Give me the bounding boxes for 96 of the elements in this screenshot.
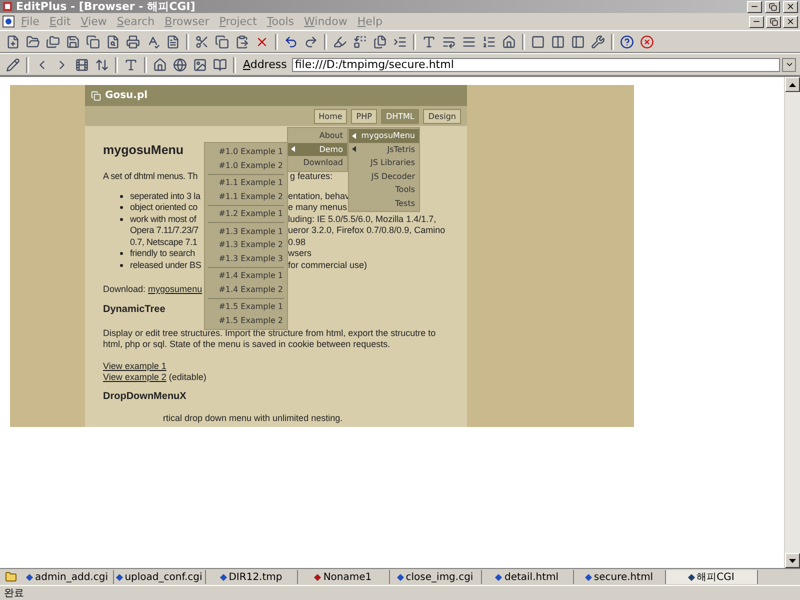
dropdown-button[interactable] <box>782 58 796 72</box>
wrench-icon[interactable] <box>589 32 607 50</box>
list-text: Opera 7.11/7.23/7 <box>130 225 198 236</box>
list-text: seperated into 3 la <box>130 190 200 202</box>
menu-item[interactable]: mygosuMenu <box>349 129 419 142</box>
restore-icon <box>770 18 778 26</box>
list-text: work with most of <box>130 214 196 225</box>
menu-item[interactable]: JS Decoder <box>349 170 419 183</box>
menu-item[interactable]: #1.1 Example 1 <box>205 176 287 190</box>
nav-button[interactable]: PHP <box>351 108 377 124</box>
bullet-icon <box>120 264 123 267</box>
bullet-icon <box>120 194 123 198</box>
list-text: ueror 3.2.0, Firefox 0.7/0.8/0.9, Camino <box>288 225 446 236</box>
paragraph: Display or edit tree structures. Import the structure from html, export the strucutre to html, php or sql. State of the menu is saved in cookie between requests. <box>103 328 437 350</box>
restore-icon <box>768 2 776 10</box>
close-icon <box>786 2 795 11</box>
menu-item[interactable]: About <box>288 129 347 142</box>
list-text: e many menus <box>288 202 348 214</box>
close-button[interactable] <box>783 0 798 12</box>
close-button[interactable] <box>783 16 798 28</box>
document-tab[interactable]: Noname1 <box>298 570 390 584</box>
scroll-up-button[interactable] <box>785 77 800 92</box>
intro-text: A set of dhtml menus. Th <box>103 171 198 182</box>
help-icon[interactable] <box>618 32 636 50</box>
section-heading: DropDownMenuX <box>103 390 186 402</box>
list-text: 0.98 <box>288 236 306 248</box>
minimize-button[interactable] <box>749 16 764 28</box>
nav-button[interactable]: Home <box>314 108 348 124</box>
list-text: luding: IE 5.0/5.5/6.0, Mozilla 1.4/1.7, <box>288 214 436 225</box>
scroll-down-button[interactable] <box>785 553 800 568</box>
example-link[interactable]: View example 2 <box>103 372 166 384</box>
menu-item[interactable]: Demo <box>288 142 347 156</box>
chevron-down-icon <box>784 60 794 69</box>
document-tab[interactable]: detail.html <box>482 570 574 584</box>
menu-item[interactable]: #1.2 Example 1 <box>205 207 287 220</box>
menu-item[interactable]: Download <box>288 156 347 170</box>
document-tab[interactable]: upload_conf.cgi <box>114 570 206 584</box>
list-text: released under BS <box>130 260 202 271</box>
link-note: (editable) <box>168 372 206 384</box>
nav-button[interactable]: DHTML <box>380 108 420 124</box>
copy-icon[interactable] <box>213 32 231 50</box>
menu-item[interactable]: #1.3 Example 3 <box>205 252 287 265</box>
menu-item[interactable]: Tools <box>349 183 419 196</box>
menu-item[interactable]: #1.4 Example 1 <box>205 269 287 282</box>
section-heading: mygosuMenu <box>103 144 184 156</box>
app-icon <box>2 1 13 12</box>
paragraph: rtical drop down menu with unlimited nesting. <box>163 412 343 424</box>
window-title: EditPlus - [Browser - 해피CGI] <box>16 0 196 14</box>
address-label: Address <box>243 58 287 71</box>
menu-item[interactable]: #1.0 Example 2 <box>205 158 287 172</box>
list-text: wsers <box>288 248 312 260</box>
files-icon[interactable] <box>371 32 389 50</box>
intro-text: g features: <box>290 171 333 182</box>
document-tab[interactable]: 해피CGI <box>666 570 758 584</box>
document-tab[interactable]: DIR12.tmp <box>206 570 298 584</box>
menu-item[interactable]: #1.3 Example 2 <box>205 238 287 252</box>
bullet-icon <box>120 218 123 221</box>
bullet-icon <box>120 252 123 256</box>
address-field[interactable]: file:///D:/tmpimg/secure.html <box>292 58 780 72</box>
list-text: 0.7, Netscape 7.1 <box>130 236 198 248</box>
menu-item[interactable]: #1.1 Example 2 <box>205 190 287 203</box>
close-icon <box>786 17 795 26</box>
globe-icon[interactable] <box>171 56 189 74</box>
restore-button[interactable] <box>765 0 780 12</box>
home-icon[interactable] <box>500 32 518 50</box>
menu-item[interactable]: #1.3 Example 1 <box>205 224 287 238</box>
minimize-button[interactable] <box>747 0 762 12</box>
home-icon[interactable] <box>151 56 169 74</box>
nav-button[interactable]: Design <box>423 108 461 124</box>
menu-item[interactable]: JS Libraries <box>349 156 419 170</box>
menu-item[interactable]: #1.5 Example 1 <box>205 300 287 314</box>
site-title: Gosu.pl <box>105 90 148 101</box>
menu-item[interactable]: #1.0 Example 1 <box>205 145 287 158</box>
list-text: for commercial use) <box>288 260 368 271</box>
document-icon <box>2 15 15 28</box>
printer-icon[interactable] <box>124 32 142 50</box>
bullet-icon <box>120 206 123 210</box>
list-text: friendly to search <box>130 248 195 260</box>
menu-item[interactable]: #1.5 Example 2 <box>205 314 287 327</box>
example-link[interactable]: View example 1 <box>103 360 166 372</box>
down-arrow-icon <box>789 558 796 562</box>
up-arrow-icon <box>789 82 796 86</box>
status-text: 완료 <box>4 587 24 600</box>
download-link[interactable]: mygosumenu <box>148 284 202 296</box>
section-heading: DynamicTree <box>103 304 166 316</box>
document-tab[interactable]: admin_add.cgi <box>22 570 114 584</box>
menu-item[interactable]: JsTetris <box>349 142 419 156</box>
list-text: object oriented co <box>130 202 198 214</box>
menu-item[interactable]: Tests <box>349 196 419 210</box>
download-label: Download: <box>103 284 147 296</box>
restore-button[interactable] <box>766 16 781 28</box>
list-text: entation, behav <box>288 190 350 202</box>
close-circle-icon[interactable] <box>638 32 656 50</box>
menu-item[interactable]: #1.4 Example 2 <box>205 282 287 296</box>
document-tab[interactable]: close_img.cgi <box>390 570 482 584</box>
pencil-icon[interactable] <box>4 56 22 74</box>
